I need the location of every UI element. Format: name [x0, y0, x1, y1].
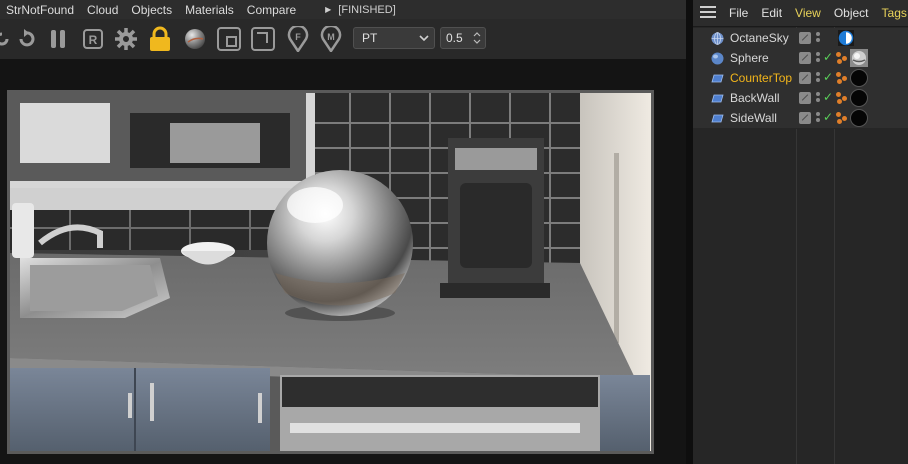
- object-manager-menubar: File Edit View Object Tags: [693, 0, 908, 27]
- object-name[interactable]: SideWall: [730, 111, 777, 125]
- svg-text:F: F: [295, 32, 301, 42]
- octane-object-tag-icon[interactable]: [836, 51, 848, 65]
- octane-live-viewer: StrNotFound Cloud Objects Materials Comp…: [0, 0, 686, 464]
- pause-icon[interactable]: [44, 25, 72, 53]
- expand-arrow-icon[interactable]: ▶: [325, 5, 331, 14]
- editor-visibility-toggle[interactable]: [799, 92, 811, 104]
- render-status-text: [FINISHED]: [338, 3, 396, 16]
- enabled-check-icon[interactable]: ✓: [823, 70, 833, 84]
- value-stepper[interactable]: 0.5: [440, 27, 486, 49]
- sky-icon: [711, 32, 724, 45]
- lock-icon[interactable]: [146, 25, 174, 53]
- object-row-octanesky[interactable]: OctaneSky: [693, 28, 908, 49]
- viewer-toolbar: R F M: [0, 19, 686, 59]
- film-region-icon[interactable]: [249, 25, 277, 53]
- svg-text:R: R: [89, 33, 98, 47]
- viewer-menubar: StrNotFound Cloud Objects Materials Comp…: [0, 0, 686, 19]
- object-name[interactable]: BackWall: [730, 91, 780, 105]
- menu-materials[interactable]: Materials: [185, 3, 234, 17]
- menu-edit[interactable]: Edit: [761, 6, 782, 20]
- render-viewport-frame: [7, 90, 654, 454]
- plane-icon: [711, 74, 724, 83]
- visibility-dots-icon[interactable]: [815, 111, 821, 125]
- region-render-icon[interactable]: R: [79, 25, 107, 53]
- focus-pick-icon[interactable]: F: [284, 25, 312, 53]
- menu-compare[interactable]: Compare: [247, 3, 296, 17]
- menu-strnotfound[interactable]: StrNotFound: [6, 3, 74, 17]
- kernel-mode-select[interactable]: PT: [353, 27, 435, 49]
- sphere-icon: [711, 52, 724, 65]
- object-list: OctaneSky Sphere ✓ CounterTop ✓ BackWall…: [693, 27, 908, 464]
- plane-icon: [711, 94, 724, 103]
- editor-visibility-toggle[interactable]: [799, 52, 811, 64]
- editor-visibility-toggle[interactable]: [799, 72, 811, 84]
- chevron-down-icon: [419, 35, 429, 42]
- object-name[interactable]: OctaneSky: [730, 31, 789, 45]
- visibility-dots-icon[interactable]: [815, 71, 821, 85]
- mirror-material-tag-icon[interactable]: [850, 49, 868, 67]
- object-manager: File Edit View Object Tags OctaneSky Sph…: [693, 0, 908, 464]
- material-pick-icon[interactable]: M: [317, 25, 345, 53]
- menu-view[interactable]: View: [795, 6, 821, 20]
- visibility-dots-icon[interactable]: [815, 31, 821, 45]
- octane-sky-tag-icon[interactable]: [838, 30, 854, 46]
- hamburger-menu-icon[interactable]: [700, 5, 716, 21]
- tag-container: [836, 109, 868, 127]
- visibility-dots-icon[interactable]: [815, 91, 821, 105]
- redo-icon[interactable]: [12, 25, 40, 53]
- black-material-tag-icon[interactable]: [850, 69, 868, 87]
- menu-file[interactable]: File: [729, 6, 748, 20]
- black-material-tag-icon[interactable]: [850, 109, 868, 127]
- object-row-sidewall[interactable]: SideWall ✓: [693, 108, 908, 129]
- rendered-kitchen-scene[interactable]: [10, 93, 651, 451]
- menu-tags[interactable]: Tags: [882, 6, 907, 20]
- tag-container: [836, 89, 868, 107]
- enabled-check-icon[interactable]: ✓: [823, 50, 833, 64]
- render-status: ▶ [FINISHED]: [325, 4, 396, 16]
- panel-divider[interactable]: [686, 0, 693, 464]
- tag-container: [836, 29, 854, 47]
- menu-objects[interactable]: Objects: [131, 3, 172, 17]
- tag-container: [836, 49, 868, 67]
- object-name[interactable]: Sphere: [730, 51, 769, 65]
- octane-object-tag-icon[interactable]: [836, 91, 848, 105]
- tag-container: [836, 69, 868, 87]
- black-material-tag-icon[interactable]: [850, 89, 868, 107]
- octane-object-tag-icon[interactable]: [836, 111, 848, 125]
- visibility-dots-icon[interactable]: [815, 51, 821, 65]
- plane-icon: [711, 114, 724, 123]
- svg-text:M: M: [327, 32, 335, 42]
- material-sphere-icon[interactable]: [181, 25, 209, 53]
- kernel-mode-value: PT: [362, 31, 378, 45]
- octane-object-tag-icon[interactable]: [836, 71, 848, 85]
- crop-region-icon[interactable]: [215, 25, 243, 53]
- menu-object[interactable]: Object: [834, 6, 869, 20]
- object-row-backwall[interactable]: BackWall ✓: [693, 88, 908, 109]
- editor-visibility-toggle[interactable]: [799, 32, 811, 44]
- enabled-check-icon[interactable]: ✓: [823, 90, 833, 104]
- enabled-check-icon[interactable]: ✓: [823, 110, 833, 124]
- settings-gear-icon[interactable]: [112, 25, 140, 53]
- editor-visibility-toggle[interactable]: [799, 112, 811, 124]
- value-stepper-value: 0.5: [446, 31, 463, 45]
- menu-cloud[interactable]: Cloud: [87, 3, 118, 17]
- object-name[interactable]: CounterTop: [730, 71, 792, 85]
- object-row-countertop[interactable]: CounterTop ✓: [693, 68, 908, 89]
- object-row-sphere[interactable]: Sphere ✓: [693, 48, 908, 69]
- stepper-arrows-icon[interactable]: [473, 31, 481, 45]
